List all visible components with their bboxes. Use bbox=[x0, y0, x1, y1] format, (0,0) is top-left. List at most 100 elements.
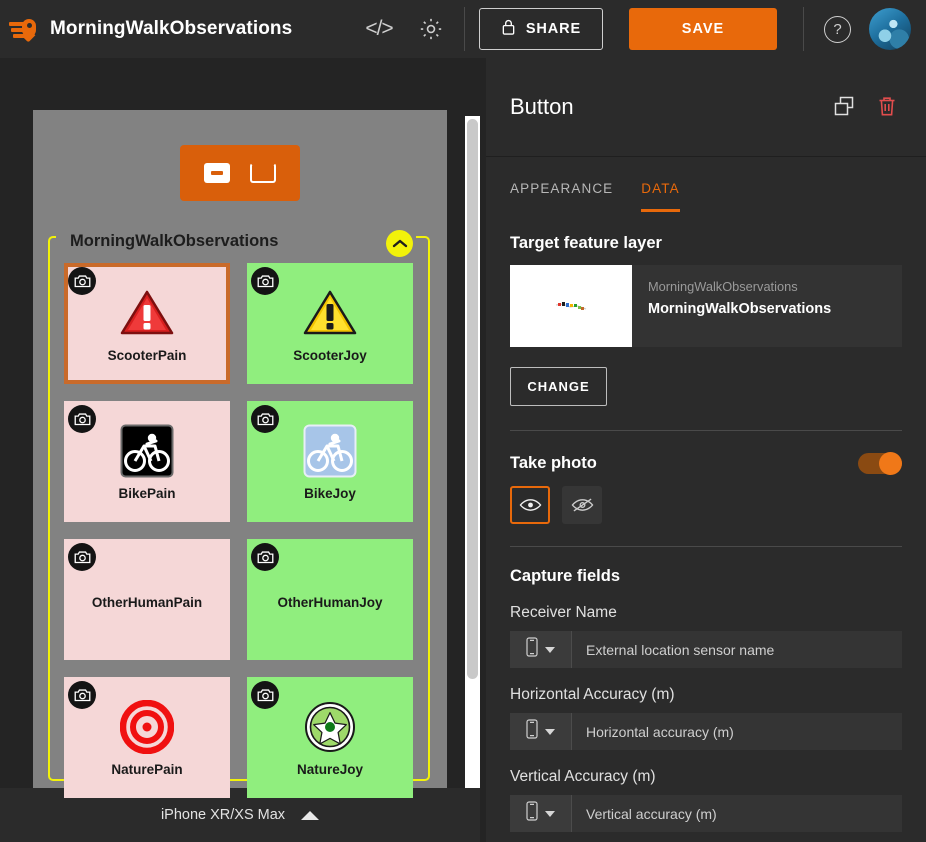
toolbar-divider bbox=[464, 7, 465, 51]
page-title: MorningWalkObservations bbox=[50, 18, 293, 39]
panel-tabs: APPEARANCE DATA bbox=[486, 157, 926, 212]
camera-icon[interactable] bbox=[251, 405, 279, 433]
take-photo-heading: Take photo bbox=[510, 454, 597, 472]
canvas-button-otherhumanpain[interactable]: OtherHumanPain bbox=[64, 539, 230, 660]
capture-field-value[interactable]: Horizontal accuracy (m) bbox=[572, 713, 734, 750]
button-grid: ScooterPain ScooterJoy BikePain BikeJoy Othe… bbox=[64, 263, 414, 815]
map-thumbnail bbox=[510, 265, 632, 347]
target-layer-source: MorningWalkObservations bbox=[648, 279, 798, 294]
avatar[interactable] bbox=[869, 8, 911, 50]
save-button[interactable]: SAVE bbox=[629, 8, 777, 50]
tab-data[interactable]: DATA bbox=[641, 181, 680, 212]
red-bullseye-icon bbox=[120, 698, 174, 756]
take-photo-toggle-knob bbox=[879, 452, 902, 475]
capture-field-type-select[interactable] bbox=[510, 795, 572, 832]
lock-icon bbox=[501, 18, 516, 40]
change-layer-button[interactable]: CHANGE bbox=[510, 367, 607, 406]
camera-icon[interactable] bbox=[251, 681, 279, 709]
canvas-button-naturepain[interactable]: NaturePain bbox=[64, 677, 230, 798]
canvas-button-naturejoy[interactable]: NatureJoy bbox=[247, 677, 413, 798]
green-star-badge-icon bbox=[303, 698, 357, 756]
canvas-button-label: OtherHumanJoy bbox=[277, 595, 383, 610]
canvas-scrollbar[interactable] bbox=[465, 116, 480, 842]
design-canvas: MorningWalkObservations ScooterPain Scoot… bbox=[0, 58, 480, 842]
help-icon[interactable]: ? bbox=[824, 15, 851, 43]
canvas-button-label: NaturePain bbox=[111, 762, 183, 777]
app-root: MorningWalkObservations </> SHARE SAVE ? bbox=[0, 0, 926, 842]
canvas-button-otherhumanjoy[interactable]: OtherHumanJoy bbox=[247, 539, 413, 660]
canvas-button-bikejoy[interactable]: BikeJoy bbox=[247, 401, 413, 522]
toolbar-divider-2 bbox=[803, 7, 804, 51]
target-layer-text: MorningWalkObservations MorningWalkObser… bbox=[632, 265, 831, 347]
button-grid-row: NaturePain NatureJoy bbox=[64, 677, 414, 798]
red-warning-triangle-icon bbox=[119, 284, 175, 342]
capture-field-type-select[interactable] bbox=[510, 713, 572, 750]
canvas-scrollbar-thumb[interactable] bbox=[467, 119, 478, 679]
camera-icon[interactable] bbox=[68, 267, 96, 295]
capture-field-type-select[interactable] bbox=[510, 631, 572, 668]
properties-panel: Button APPEARANCE DATA Target feature la… bbox=[486, 58, 926, 842]
panel-header: Button bbox=[486, 58, 926, 157]
camera-icon[interactable] bbox=[68, 681, 96, 709]
share-button[interactable]: SHARE bbox=[479, 8, 603, 50]
group-title: MorningWalkObservations bbox=[64, 232, 285, 251]
capture-fields-list: Receiver Name External location sensor na… bbox=[510, 604, 902, 832]
eye-icon[interactable] bbox=[510, 486, 550, 524]
trash-icon[interactable] bbox=[870, 90, 904, 124]
capture-field: Receiver Name External location sensor na… bbox=[510, 604, 902, 668]
code-icon[interactable]: </> bbox=[360, 10, 398, 48]
capture-field-label: Receiver Name bbox=[510, 604, 617, 621]
top-bar: MorningWalkObservations </> SHARE SAVE ? bbox=[0, 0, 926, 58]
button-grid-row: OtherHumanPain OtherHumanJoy bbox=[64, 539, 414, 660]
yellow-warning-triangle-icon bbox=[302, 284, 358, 342]
take-photo-toggle[interactable] bbox=[858, 452, 902, 475]
canvas-button-scooterjoy[interactable]: ScooterJoy bbox=[247, 263, 413, 384]
chevron-up-icon[interactable] bbox=[386, 230, 413, 257]
canvas-button-label: BikeJoy bbox=[304, 486, 356, 501]
capture-field-value[interactable]: Vertical accuracy (m) bbox=[572, 795, 717, 832]
eye-slash-icon[interactable] bbox=[562, 486, 602, 524]
capture-field-row[interactable]: Horizontal accuracy (m) bbox=[510, 713, 902, 750]
button-grid-row: BikePain BikeJoy bbox=[64, 401, 414, 522]
chevron-down-icon bbox=[545, 810, 555, 817]
target-layer-heading: Target feature layer bbox=[510, 234, 662, 252]
target-layer-name: MorningWalkObservations bbox=[648, 301, 832, 317]
canvas-button-scooterpain[interactable]: ScooterPain bbox=[64, 263, 230, 384]
canvas-button-label: ScooterPain bbox=[107, 348, 187, 363]
duplicate-icon[interactable] bbox=[828, 90, 862, 124]
capture-fields-heading: Capture fields bbox=[510, 567, 621, 585]
bracket-outline-icon[interactable] bbox=[250, 163, 276, 183]
camera-icon[interactable] bbox=[68, 405, 96, 433]
section-divider-1 bbox=[510, 430, 902, 431]
device-icon bbox=[526, 719, 538, 744]
canvas-button-bikepain[interactable]: BikePain bbox=[64, 401, 230, 522]
capture-field-value[interactable]: External location sensor name bbox=[572, 631, 774, 668]
tab-appearance[interactable]: APPEARANCE bbox=[510, 181, 613, 212]
chevron-down-icon bbox=[545, 646, 555, 653]
layers-pin-logo-icon[interactable] bbox=[8, 14, 38, 44]
panel-body: Target feature layer MorningWalkObservat… bbox=[486, 212, 926, 832]
floating-toolbar bbox=[180, 145, 300, 201]
gear-icon[interactable] bbox=[412, 10, 450, 48]
capture-field: Vertical Accuracy (m) Vertical accuracy (… bbox=[510, 768, 902, 832]
capture-field: Horizontal Accuracy (m) Horizontal accura… bbox=[510, 686, 902, 750]
minus-filled-icon[interactable] bbox=[204, 163, 230, 183]
device-icon bbox=[526, 637, 538, 662]
capture-field-label: Vertical Accuracy (m) bbox=[510, 768, 656, 785]
camera-icon[interactable] bbox=[68, 543, 96, 571]
section-divider-2 bbox=[510, 546, 902, 547]
camera-icon[interactable] bbox=[251, 543, 279, 571]
device-icon bbox=[526, 801, 538, 826]
take-photo-row: Take photo bbox=[510, 452, 902, 475]
share-button-label: SHARE bbox=[525, 21, 582, 37]
chevron-down-icon bbox=[545, 728, 555, 735]
capture-field-row[interactable]: External location sensor name bbox=[510, 631, 902, 668]
button-grid-row: ScooterPain ScooterJoy bbox=[64, 263, 414, 384]
blue-bicycle-icon bbox=[303, 422, 357, 480]
black-bicycle-icon bbox=[120, 422, 174, 480]
camera-icon[interactable] bbox=[251, 267, 279, 295]
capture-field-row[interactable]: Vertical accuracy (m) bbox=[510, 795, 902, 832]
panel-title: Button bbox=[510, 94, 574, 119]
canvas-button-label: ScooterJoy bbox=[293, 348, 367, 363]
target-layer-card[interactable]: MorningWalkObservations MorningWalkObser… bbox=[510, 265, 902, 347]
